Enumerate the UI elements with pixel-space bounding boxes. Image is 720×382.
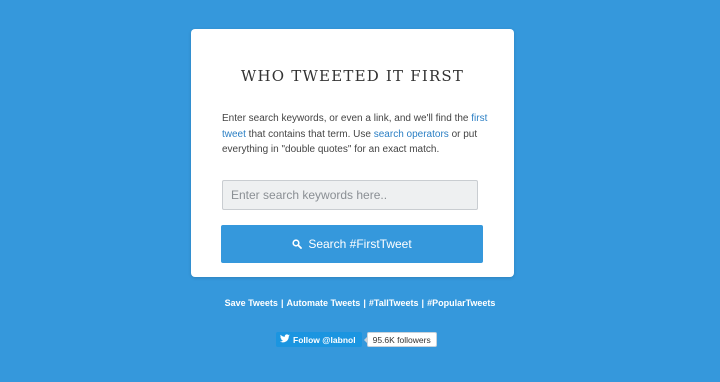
description: Enter search keywords, or even a link, a…	[222, 111, 490, 158]
search-input[interactable]	[222, 180, 478, 210]
automate-tweets-link[interactable]: Automate Tweets	[286, 298, 360, 308]
footer-separator: |	[363, 298, 366, 308]
footer-separator: |	[280, 298, 284, 308]
description-text-2: that contains that term. Use	[245, 128, 374, 140]
footer-links: Save Tweets | Automate Tweets | #TallTweets |…	[0, 298, 720, 308]
follow-button-label: Follow @labnol	[293, 334, 356, 345]
search-operators-link[interactable]: search operators	[374, 129, 449, 140]
search-button[interactable]: Search #FirstTweet	[221, 225, 483, 263]
save-tweets-link[interactable]: Save Tweets	[225, 298, 278, 308]
search-button-label: Search #FirstTweet	[308, 237, 412, 251]
search-card: WHO TWEETED IT FIRST Enter search keywor…	[191, 29, 514, 277]
footer-separator: |	[421, 298, 425, 308]
followers-count[interactable]: 95.6K followers	[363, 332, 437, 347]
tall-tweets-link[interactable]: #TallTweets	[369, 298, 419, 308]
popular-tweets-link[interactable]: #PopularTweets	[427, 298, 495, 308]
twitter-bird-icon	[279, 334, 290, 345]
twitter-follow-widget: Follow @labnol 95.6K followers	[276, 332, 437, 347]
page-title: WHO TWEETED IT FIRST	[240, 67, 465, 85]
follow-button[interactable]: Follow @labnol	[276, 332, 362, 347]
search-icon	[292, 239, 303, 249]
description-text-1: Enter search keywords, or even a link, a…	[222, 113, 472, 124]
